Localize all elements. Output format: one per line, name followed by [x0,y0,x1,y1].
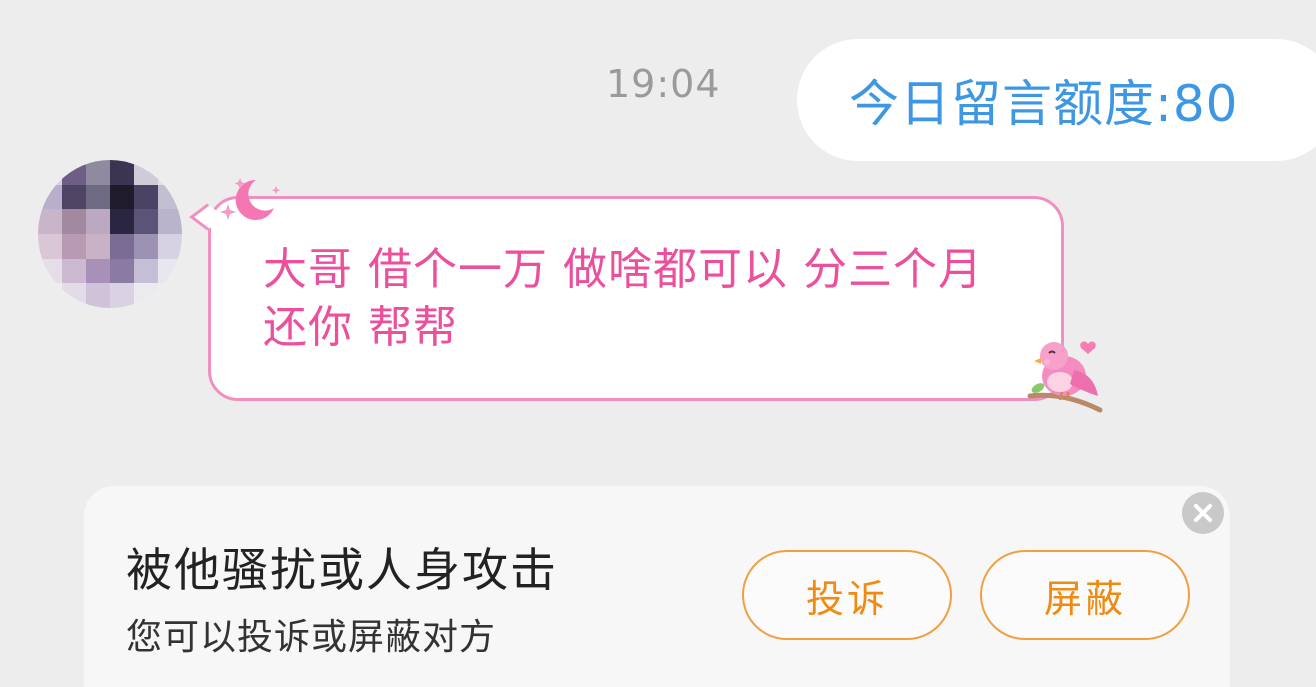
bird-sticker-icon [1027,341,1103,413]
outgoing-message-text: 今日留言额度:80 [849,75,1239,133]
incoming-message-bubble[interactable]: 大哥 借个一万 做啥都可以 分三个月还你 帮帮 [208,196,1064,401]
moon-sticker-icon [220,178,281,220]
avatar-icon[interactable] [38,160,182,308]
report-button[interactable]: 投诉 [742,550,952,640]
close-icon[interactable] [1182,492,1224,534]
chat-screen: 19:04 今日留言额度:80 大哥 借个一万 做啥都可以 分三个月还你 帮帮 … [0,0,1316,687]
incoming-message-text: 大哥 借个一万 做啥都可以 分三个月还你 帮帮 [263,244,983,353]
safety-subtitle: 您可以投诉或屏蔽对方 [126,617,497,658]
block-button[interactable]: 屏蔽 [980,550,1190,640]
safety-prompt-card: 被他骚扰或人身攻击 您可以投诉或屏蔽对方 投诉 屏蔽 [84,486,1230,687]
outgoing-message-bubble[interactable]: 今日留言额度:80 [797,39,1316,161]
safety-title: 被他骚扰或人身攻击 [126,543,558,597]
message-timestamp: 19:04 [606,62,721,106]
